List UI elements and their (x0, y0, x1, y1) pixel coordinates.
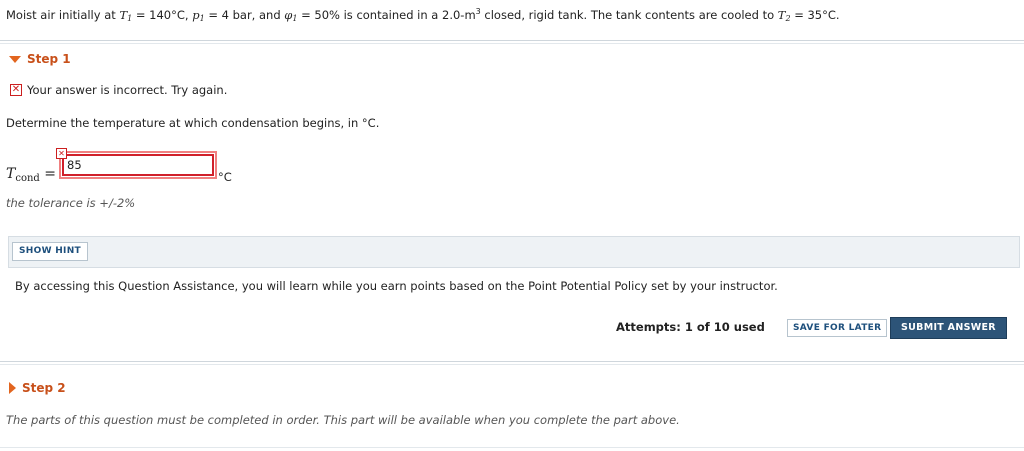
tolerance-text: the tolerance is +/-2% (6, 196, 136, 210)
problem-text: closed, rigid tank. The tank contents ar… (480, 8, 778, 22)
p1-symbol: p (192, 8, 200, 22)
hint-panel (8, 236, 1020, 268)
divider (0, 40, 1024, 41)
show-hint-button[interactable]: SHOW HINT (12, 242, 88, 261)
step2-locked-message: The parts of this question must be compl… (6, 413, 680, 427)
divider (0, 361, 1024, 362)
equals-sign: = (44, 166, 56, 182)
divider (0, 447, 1024, 448)
step2-title[interactable]: Step 2 (22, 381, 66, 395)
assistance-text: By accessing this Question Assistance, y… (15, 279, 778, 293)
feedback-text: Your answer is incorrect. Try again. (27, 83, 228, 97)
variable-symbol: T (6, 166, 16, 182)
x-box-icon: ✕ (10, 84, 22, 96)
step1-title[interactable]: Step 1 (27, 52, 71, 66)
problem-text: Moist air initially at (6, 8, 120, 22)
problem-statement: Moist air initially at T1 = 140°C, p1 = … (6, 7, 840, 23)
x-box-icon: ✕ (56, 148, 67, 159)
feedback-row: ✕ Your answer is incorrect. Try again. (10, 83, 227, 97)
problem-text: = 35°C. (790, 8, 840, 22)
unit-label: °C (218, 170, 232, 184)
t1-symbol: T (119, 8, 128, 22)
problem-text: = 140°C, (132, 8, 193, 22)
attempts-counter: Attempts: 1 of 10 used (616, 320, 765, 334)
triangle-down-icon[interactable] (9, 55, 21, 63)
variable-label: Tcond = (6, 166, 56, 184)
step2-header[interactable]: Step 2 (9, 381, 66, 395)
problem-text: = 4 bar, and (204, 8, 285, 22)
save-for-later-button[interactable]: SAVE FOR LATER (787, 319, 888, 337)
divider (0, 364, 1024, 365)
triangle-right-icon[interactable] (9, 382, 16, 394)
divider (0, 43, 1024, 44)
step1-header[interactable]: Step 1 (9, 52, 71, 66)
variable-subscript: cond (15, 173, 40, 184)
question-prompt: Determine the temperature at which conde… (6, 116, 380, 130)
submit-answer-button[interactable]: SUBMIT ANSWER (890, 317, 1007, 339)
problem-text: = 50% is contained in a 2.0-m (297, 8, 476, 22)
answer-input[interactable] (59, 151, 217, 179)
